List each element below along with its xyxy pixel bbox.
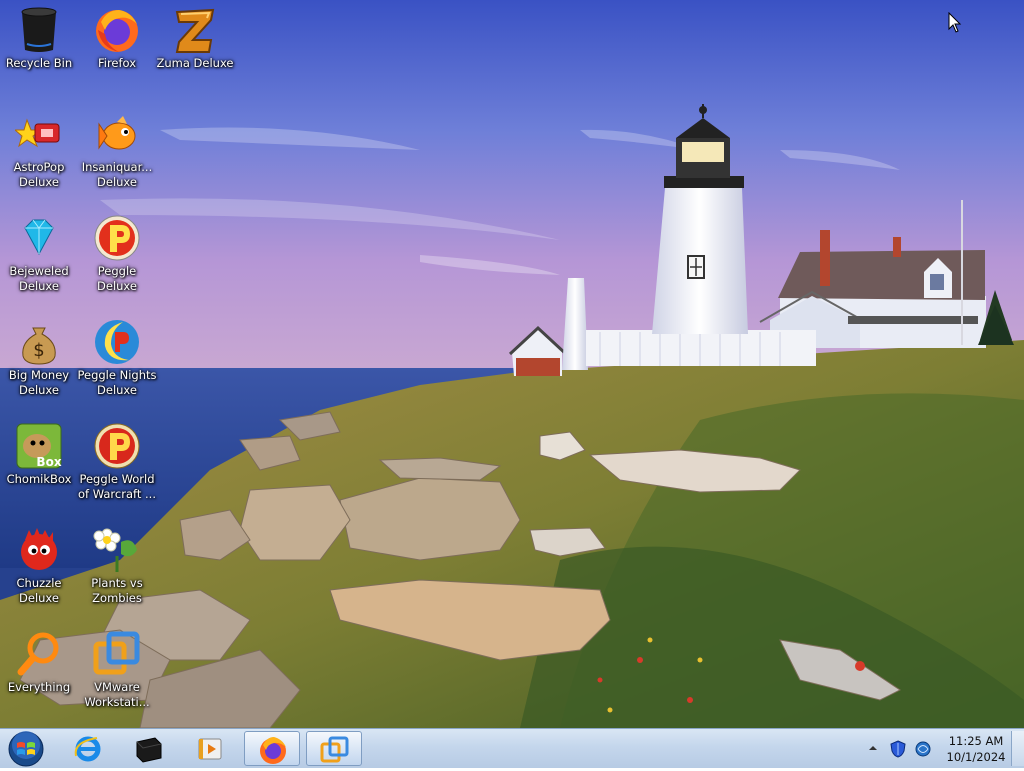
desktop-icon-chomikbox[interactable]: Box ChomikBox	[0, 418, 79, 518]
firefox-icon	[260, 737, 286, 764]
taskbar-firefox[interactable]	[244, 731, 300, 766]
desktop-wallpaper: Recycle Bin Firefox Zuma Deluxe AstroPop…	[0, 0, 1024, 728]
desktop-icon-label: Insaniquar... Deluxe	[81, 160, 153, 189]
internet-explorer-icon	[74, 736, 101, 762]
desktop-icon-label: Peggle Nights Deluxe	[77, 368, 157, 397]
clock-time: 11:25 AM	[948, 734, 1004, 748]
svg-text:$: $	[33, 340, 44, 361]
desktop-icon-label: Recycle Bin	[5, 56, 73, 70]
media-player-icon	[198, 738, 222, 760]
show-desktop-button[interactable]	[1011, 731, 1024, 766]
system-tray: 11:25 AM 10/1/2024	[854, 729, 1024, 768]
desktop-icon-zuma-deluxe[interactable]: Zuma Deluxe	[155, 2, 235, 102]
firefox-icon	[96, 10, 138, 52]
desktop-icon-chuzzle-deluxe[interactable]: Chuzzle Deluxe	[0, 522, 79, 622]
vmware-workstation-icon	[320, 736, 349, 763]
clock-date: 10/1/2024	[946, 750, 1006, 764]
money-bag-icon: $	[22, 327, 56, 365]
taskbar-vmware-workstation[interactable]	[306, 731, 362, 766]
peggle-wow-icon	[94, 423, 140, 469]
desktop-icon-label: Big Money Deluxe	[8, 368, 70, 397]
terminal-icon	[136, 737, 162, 763]
peggle-p-icon	[94, 215, 140, 261]
desktop-icon-peggle-world-of-warcraft[interactable]: Peggle World of Warcraft ...	[77, 418, 157, 518]
zuma-deluxe-icon	[175, 8, 215, 53]
taskbar-internet-explorer[interactable]	[60, 731, 116, 766]
vmware-workstation-icon	[93, 631, 140, 675]
desktop-icon-label: Peggle Deluxe	[97, 264, 137, 293]
desktop-icon-peggle-nights-deluxe[interactable]: Peggle Nights Deluxe	[77, 314, 157, 414]
taskbar-terminal[interactable]	[120, 731, 176, 766]
taskbar-media-player[interactable]	[182, 731, 238, 766]
taskbar-clock[interactable]: 11:25 AM 10/1/2024	[942, 733, 1010, 765]
desktop-icon-label: VMware Workstati...	[84, 680, 150, 709]
network-icon[interactable]	[914, 740, 932, 758]
diamond-gem-icon	[24, 219, 54, 256]
goldfish-icon	[98, 116, 136, 150]
start-button[interactable]	[4, 730, 48, 767]
desktop-icon-firefox[interactable]: Firefox	[77, 2, 157, 102]
desktop-icon-vmware-workstation[interactable]: VMware Workstati...	[77, 626, 157, 726]
desktop-icon-label: Peggle World of Warcraft ...	[78, 472, 156, 501]
desktop-icon-insaniquarium-deluxe[interactable]: Insaniquar... Deluxe	[77, 106, 157, 206]
shield-icon[interactable]	[890, 740, 906, 758]
peggle-nights-icon	[95, 320, 139, 364]
astropop-deluxe-icon	[15, 118, 60, 148]
svg-text:Box: Box	[36, 455, 61, 469]
magnifying-glass-icon	[17, 632, 59, 676]
recycle-bin-icon	[21, 7, 57, 52]
desktop-icon-big-money-deluxe[interactable]: $ Big Money Deluxe	[0, 314, 79, 414]
desktop-icon-plants-vs-zombies[interactable]: Plants vs Zombies	[77, 522, 157, 622]
desktop-icon-peggle-deluxe[interactable]: Peggle Deluxe	[77, 210, 157, 310]
desktop-icon-label: Zuma Deluxe	[156, 56, 234, 70]
taskbar: 11:25 AM 10/1/2024	[0, 728, 1024, 768]
chuzzle-icon	[21, 528, 57, 570]
desktop-icon-label: Bejeweled Deluxe	[9, 264, 69, 293]
show-hidden-icons-chevron-icon[interactable]	[868, 743, 878, 753]
desktop-icon-astropop-deluxe[interactable]: AstroPop Deluxe	[0, 106, 79, 206]
chomikbox-icon: Box	[16, 423, 62, 469]
desktop-icon-bejeweled-deluxe[interactable]: Bejeweled Deluxe	[0, 210, 79, 310]
desktop-icon-label: Chuzzle Deluxe	[16, 576, 62, 605]
desktop-icon-label: AstroPop Deluxe	[13, 160, 65, 189]
desktop-icon-everything[interactable]: Everything	[0, 626, 79, 726]
desktop-icon-label: Everything	[7, 680, 71, 694]
mouse-cursor-icon	[948, 12, 962, 33]
desktop-icon-label: Firefox	[97, 56, 137, 70]
desktop-icon-label: Plants vs Zombies	[91, 576, 143, 605]
windows-start-orb-icon	[8, 731, 44, 767]
desktop-icon-label: ChomikBox	[6, 472, 72, 486]
desktop-icon-recycle-bin[interactable]: Recycle Bin	[0, 2, 79, 102]
plants-vs-zombies-icon	[93, 528, 137, 572]
